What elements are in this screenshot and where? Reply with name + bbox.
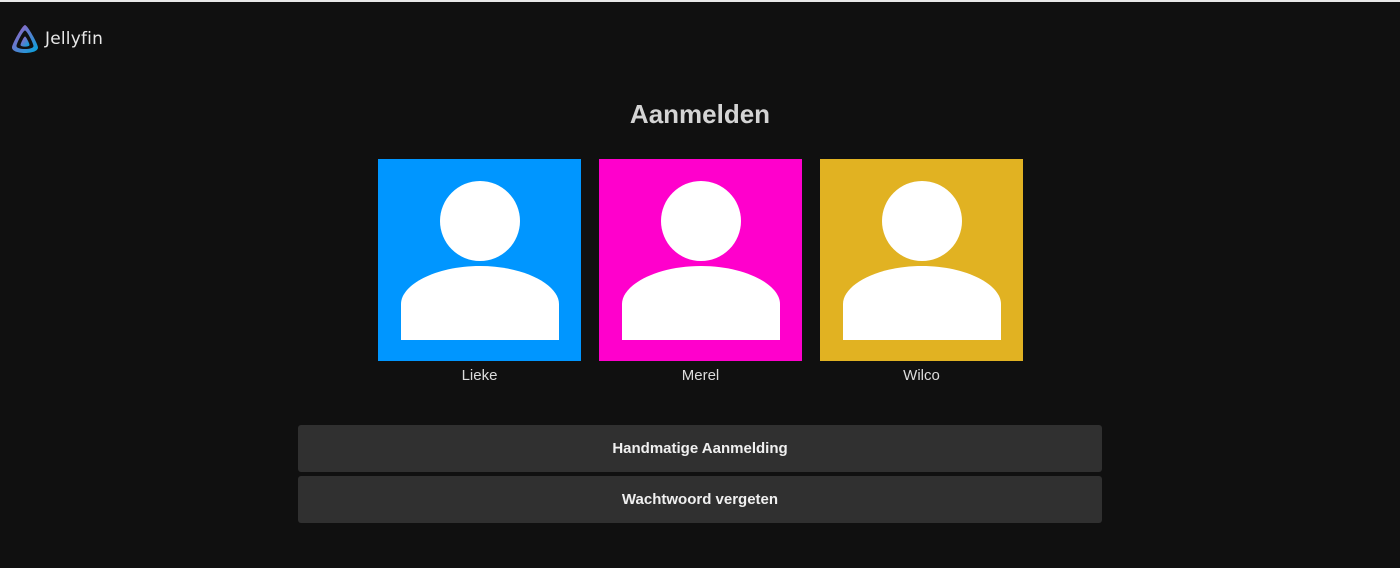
app-header: Jellyfin [9,22,103,56]
manual-login-button[interactable]: Handmatige Aanmelding [298,425,1102,472]
user-card-wilco[interactable]: Wilco [820,159,1023,384]
forgot-password-button[interactable]: Wachtwoord vergeten [298,476,1102,523]
user-name[interactable]: Wilco [820,367,1023,384]
user-silhouette-icon [842,181,1001,340]
page-title: Aanmelden [629,99,771,129]
user-avatar[interactable] [378,159,581,361]
user-avatar[interactable] [599,159,802,361]
user-name[interactable]: Lieke [378,367,581,384]
window-top-border [0,0,1400,2]
user-card-merel[interactable]: Merel [599,159,802,384]
jellyfin-logo-icon [12,25,38,53]
user-list: Lieke Merel Wilco [378,159,1023,384]
user-silhouette-icon [400,181,559,340]
user-card-lieke[interactable]: Lieke [378,159,581,384]
app-name: Jellyfin [45,29,104,49]
user-silhouette-icon [621,181,780,340]
user-name[interactable]: Merel [599,367,802,384]
user-avatar[interactable] [820,159,1023,361]
